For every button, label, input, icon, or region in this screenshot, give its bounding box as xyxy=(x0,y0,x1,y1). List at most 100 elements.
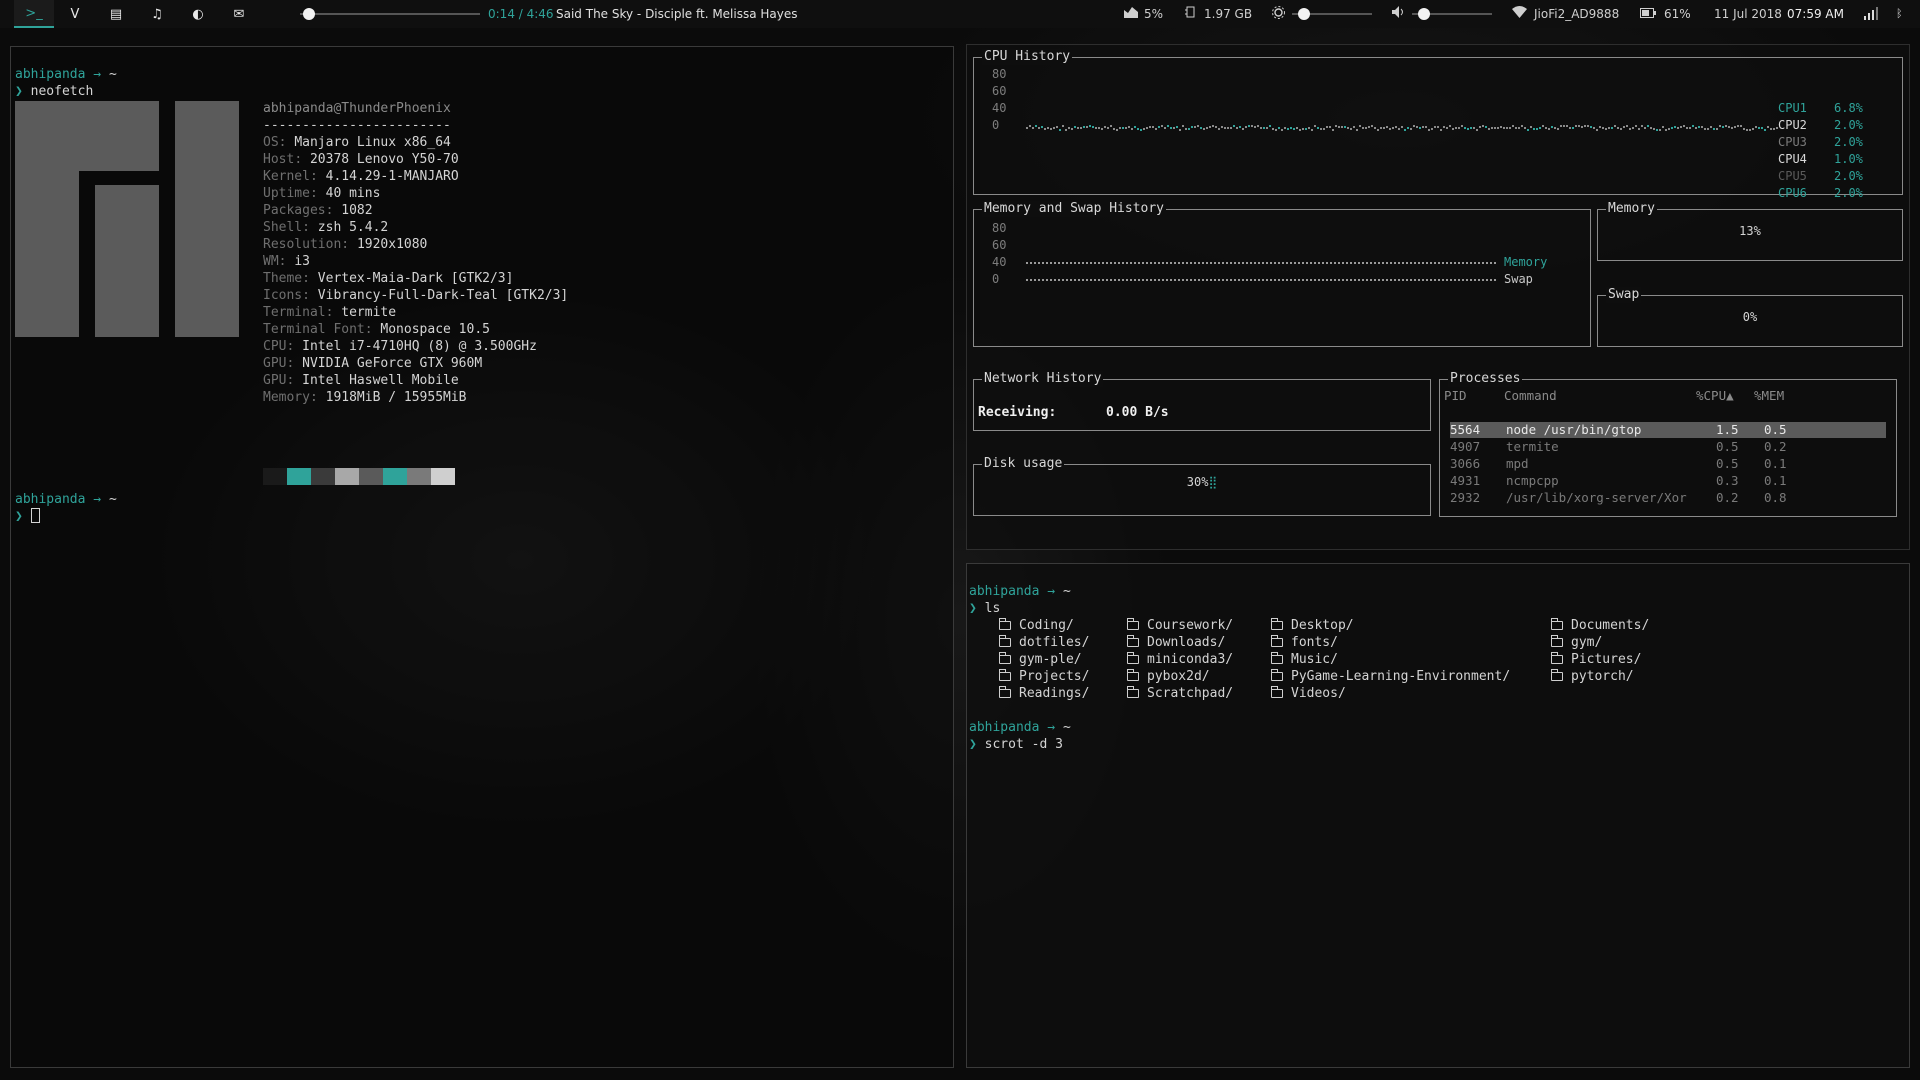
neofetch-value: i3 xyxy=(294,254,310,269)
directory-entry[interactable]: gym/ xyxy=(1551,634,1602,651)
neofetch-key: Resolution xyxy=(263,237,342,252)
workspace-vivaldi-workspace[interactable]: V xyxy=(55,0,95,28)
right-terminal[interactable]: abhipanda → ~ ❯ ls Coding/dotfiles/gym-p… xyxy=(966,563,1910,1068)
cpu-history-point xyxy=(1707,128,1709,130)
directory-entry[interactable]: Pictures/ xyxy=(1551,651,1641,668)
wifi-name[interactable]: JioFi2_AD9888 xyxy=(1534,6,1619,22)
process-row[interactable]: 4931 ncmpcpp 0.3 0.1 xyxy=(1450,473,1886,489)
bluetooth-icon[interactable]: ᛒ xyxy=(1896,6,1903,22)
neofetch-key: Packages xyxy=(263,203,326,218)
directory-entry[interactable]: pybox2d/ xyxy=(1127,668,1210,685)
cpu-history-point xyxy=(1155,128,1157,130)
cpu-history-point xyxy=(1551,126,1553,128)
workspace-terminal-workspace[interactable]: >_ xyxy=(14,0,54,28)
cpu-history-point xyxy=(1545,127,1547,129)
directory-entry[interactable]: Scratchpad/ xyxy=(1127,685,1233,702)
cpu-history-point xyxy=(1482,125,1484,127)
neofetch-field: Resolution: 1920x1080 xyxy=(263,237,428,252)
cpu-history-point xyxy=(1476,129,1478,131)
player-seek-track[interactable] xyxy=(300,13,480,15)
directory-entry[interactable]: Videos/ xyxy=(1271,685,1346,702)
workspace-files-workspace[interactable]: ▤ xyxy=(96,0,136,28)
cpu-history-point xyxy=(1269,125,1271,127)
cpu-history-point xyxy=(1722,126,1724,128)
cpu-history-point xyxy=(1095,127,1097,129)
directory-entry[interactable]: Downloads/ xyxy=(1127,634,1225,651)
directory-entry[interactable]: fonts/ xyxy=(1271,634,1338,651)
cpu-history-point xyxy=(1422,126,1424,128)
cpu-history-point xyxy=(1299,129,1301,131)
directory-name: Coursework/ xyxy=(1147,618,1234,633)
cpu-history-point xyxy=(1686,127,1688,129)
clock: 07:59 AM xyxy=(1787,7,1844,21)
cpu-history-point xyxy=(1479,126,1481,128)
palette-swatch xyxy=(431,468,455,485)
folder-icon xyxy=(1127,686,1139,698)
palette-swatch xyxy=(359,468,383,485)
cpu-history-point xyxy=(1695,127,1697,129)
directory-entry[interactable]: Coursework/ xyxy=(1127,617,1233,634)
cpu-history-point xyxy=(1224,127,1226,129)
command-line: ❯ neofetch xyxy=(15,84,94,99)
process-command: termite xyxy=(1506,439,1559,454)
cpu-history-point xyxy=(1062,125,1064,127)
volume-icon[interactable] xyxy=(1392,6,1406,22)
cpu-history-point xyxy=(1191,126,1193,128)
player-seek-knob[interactable] xyxy=(303,8,315,20)
directory-name: PyGame-Learning-Environment/ xyxy=(1291,669,1511,684)
neofetch-key: Terminal xyxy=(263,305,326,320)
folder-icon xyxy=(1551,669,1563,681)
cpu-history-point xyxy=(1230,127,1232,129)
disk-title: Disk usage xyxy=(982,456,1065,472)
directory-entry[interactable]: PyGame-Learning-Environment/ xyxy=(1271,668,1510,685)
cpu-history-point xyxy=(1524,127,1526,129)
process-row[interactable]: 4907 termite 0.5 0.2 xyxy=(1450,439,1886,455)
process-row[interactable]: 2932/usr/lib/xorg-server/Xor 0.2 0.8 xyxy=(1450,490,1886,506)
cpu-history-point xyxy=(1668,128,1670,130)
process-pid: 3066 xyxy=(1450,456,1481,471)
cpu-history-point xyxy=(1542,125,1544,127)
cpu-history-point xyxy=(1383,127,1385,129)
directory-entry[interactable]: dotfiles/ xyxy=(999,634,1089,651)
volume-knob[interactable] xyxy=(1418,8,1430,20)
cpu-history-point xyxy=(1485,126,1487,128)
cpu-history-point xyxy=(1632,127,1634,129)
workspace-mail-workspace[interactable]: ✉ xyxy=(219,0,259,28)
directory-entry[interactable]: Coding/ xyxy=(999,617,1074,634)
process-row[interactable]: 3066 mpd 0.5 0.1 xyxy=(1450,456,1886,472)
cpu-history-point xyxy=(1656,129,1658,131)
cpu-history-point xyxy=(1407,127,1409,129)
directory-name: Documents/ xyxy=(1571,618,1650,633)
left-terminal[interactable]: abhipanda → ~ ❯ neofetch abhipanda@Thund… xyxy=(10,46,954,1068)
cpu-history-point xyxy=(1308,127,1310,129)
cpu-name: CPU4 xyxy=(1778,152,1807,166)
cpu-history-point xyxy=(1101,128,1103,130)
cpu-history-point xyxy=(1404,129,1406,131)
track-title[interactable]: Said The Sky - Disciple ft. Melissa Haye… xyxy=(556,6,798,22)
directory-entry[interactable]: Desktop/ xyxy=(1271,617,1354,634)
wifi-icon[interactable] xyxy=(1512,6,1527,22)
input-line[interactable]: ❯ xyxy=(15,508,40,525)
process-row[interactable]: 5564 node /usr/bin/gtop 1.5 0.5 xyxy=(1450,422,1886,438)
cpu-history-point xyxy=(1329,126,1331,128)
workspace-media-workspace[interactable]: ◐ xyxy=(178,0,218,28)
cpu-history-point xyxy=(1374,127,1376,129)
cpu-history-point xyxy=(1500,126,1502,128)
directory-entry[interactable]: pytorch/ xyxy=(1551,668,1634,685)
cpu-history-point xyxy=(1758,127,1760,129)
workspace-music-workspace[interactable]: ♫ xyxy=(137,0,177,28)
brightness-knob[interactable] xyxy=(1298,8,1310,20)
directory-entry[interactable]: Readings/ xyxy=(999,685,1089,702)
gtop-monitor[interactable]: CPU History 80 60 40 0 CPU1 6.8% CPU2 2.0% C… xyxy=(966,44,1910,550)
cpu-history-point xyxy=(1194,126,1196,128)
directory-entry[interactable]: Music/ xyxy=(1271,651,1338,668)
directory-entry[interactable]: Projects/ xyxy=(999,668,1089,685)
directory-entry[interactable]: gym-ple/ xyxy=(999,651,1082,668)
cpu-history-point xyxy=(1053,127,1055,129)
cpu-history-point xyxy=(1203,128,1205,130)
cpu-history-point xyxy=(1698,126,1700,128)
cpu-history-point xyxy=(1026,127,1028,129)
directory-entry[interactable]: Documents/ xyxy=(1551,617,1649,634)
ram-icon xyxy=(1184,6,1196,22)
directory-entry[interactable]: miniconda3/ xyxy=(1127,651,1233,668)
